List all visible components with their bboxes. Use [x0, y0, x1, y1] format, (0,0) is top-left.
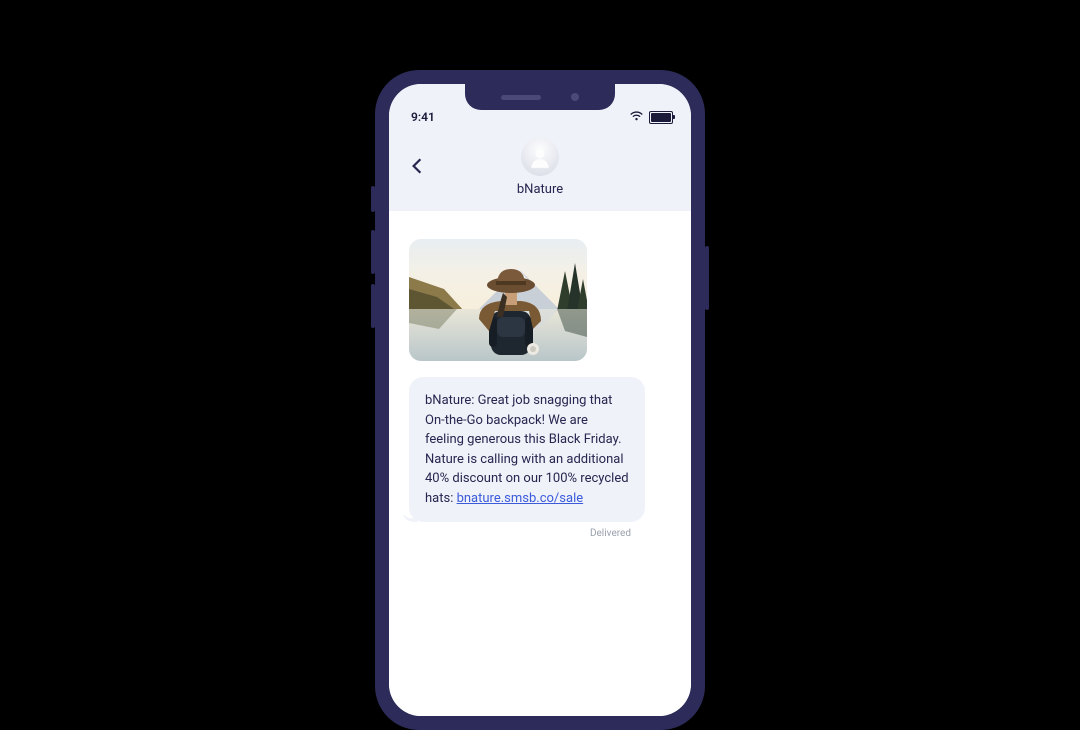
- front-camera: [571, 93, 579, 101]
- back-button[interactable]: [405, 154, 429, 178]
- message-text: bNature: Great job snagging that On-the-…: [425, 393, 629, 506]
- phone-screen: 9:41 bNature: [389, 84, 691, 716]
- phone-side-button: [371, 186, 375, 212]
- speaker-slot: [501, 95, 541, 100]
- message-thread[interactable]: bNature: Great job snagging that On-the-…: [389, 211, 691, 716]
- status-time: 9:41: [411, 110, 435, 124]
- phone-side-button: [371, 284, 375, 328]
- message-bubble[interactable]: bNature: Great job snagging that On-the-…: [409, 377, 645, 522]
- battery-icon: [649, 111, 673, 124]
- message-link[interactable]: bnature.smsb.co/sale: [457, 491, 584, 506]
- phone-side-button: [371, 230, 375, 274]
- mms-image-attachment[interactable]: [409, 239, 587, 361]
- bubble-tail: [403, 508, 417, 522]
- wifi-icon: [629, 110, 644, 124]
- contact-avatar[interactable]: [521, 138, 559, 176]
- phone-frame: 9:41 bNature: [375, 70, 705, 730]
- contact-name: bNature: [389, 182, 691, 197]
- conversation-header: bNature: [389, 128, 691, 211]
- delivery-status: Delivered: [409, 528, 671, 539]
- phone-notch: [465, 84, 615, 110]
- phone-side-button: [705, 246, 709, 310]
